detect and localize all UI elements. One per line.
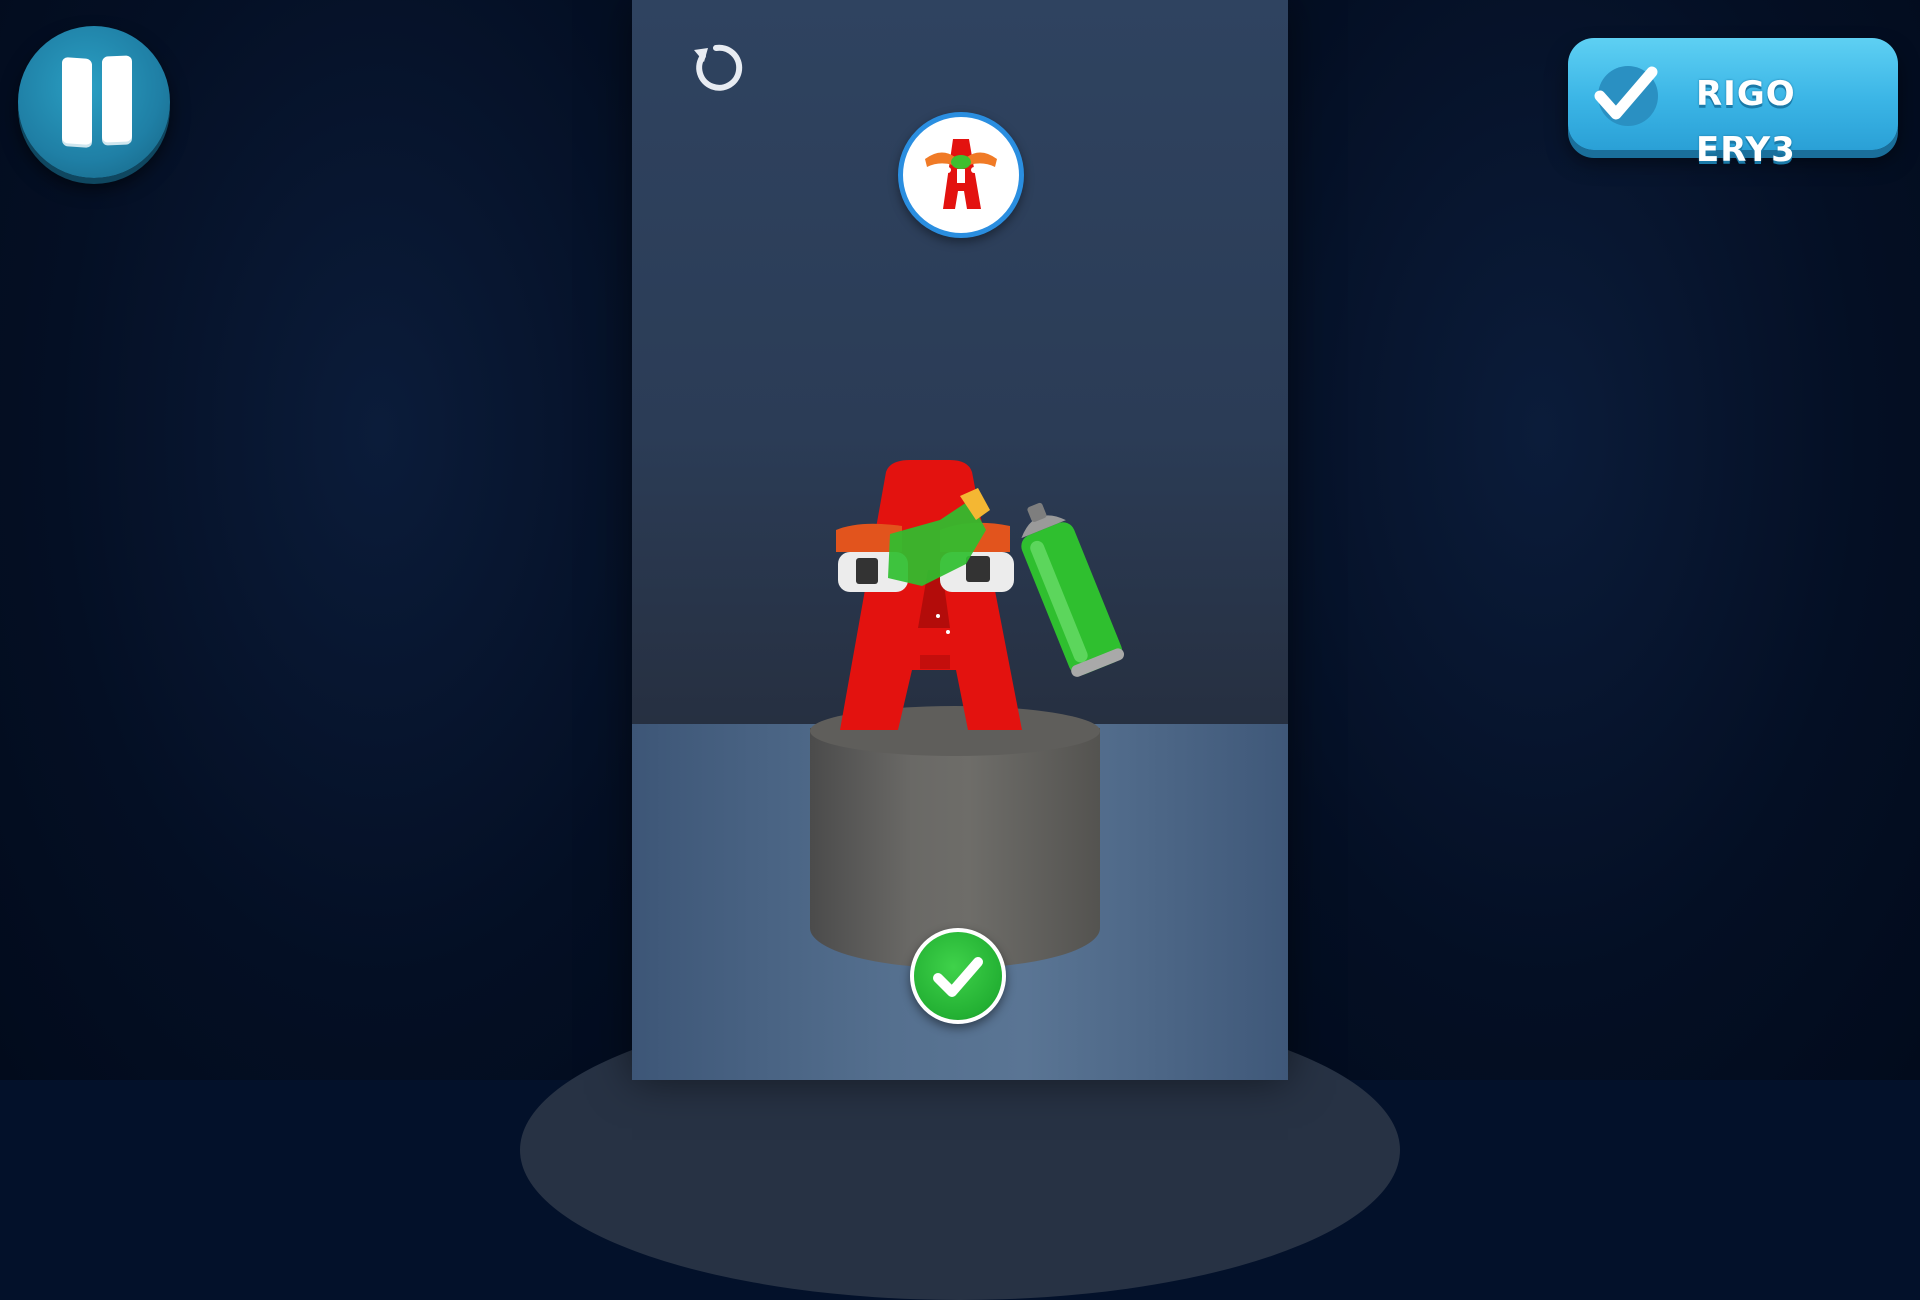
- checkmark-icon: [933, 957, 983, 997]
- complete-level-button[interactable]: RIGO ERY3: [1568, 38, 1898, 170]
- spray-can-icon[interactable]: [1008, 484, 1148, 684]
- restart-button[interactable]: [686, 38, 746, 98]
- restart-icon: [694, 44, 743, 91]
- character-scene: [790, 460, 1190, 1000]
- complete-level-label: RIGO ERY3: [1696, 74, 1796, 170]
- letter-a-character-icon: [925, 139, 997, 209]
- background-right: [1288, 0, 1920, 1080]
- target-preview: [898, 112, 1024, 238]
- confirm-button[interactable]: [910, 928, 1006, 1024]
- checkmark-icon: [1594, 66, 1658, 126]
- pause-button[interactable]: [18, 26, 170, 178]
